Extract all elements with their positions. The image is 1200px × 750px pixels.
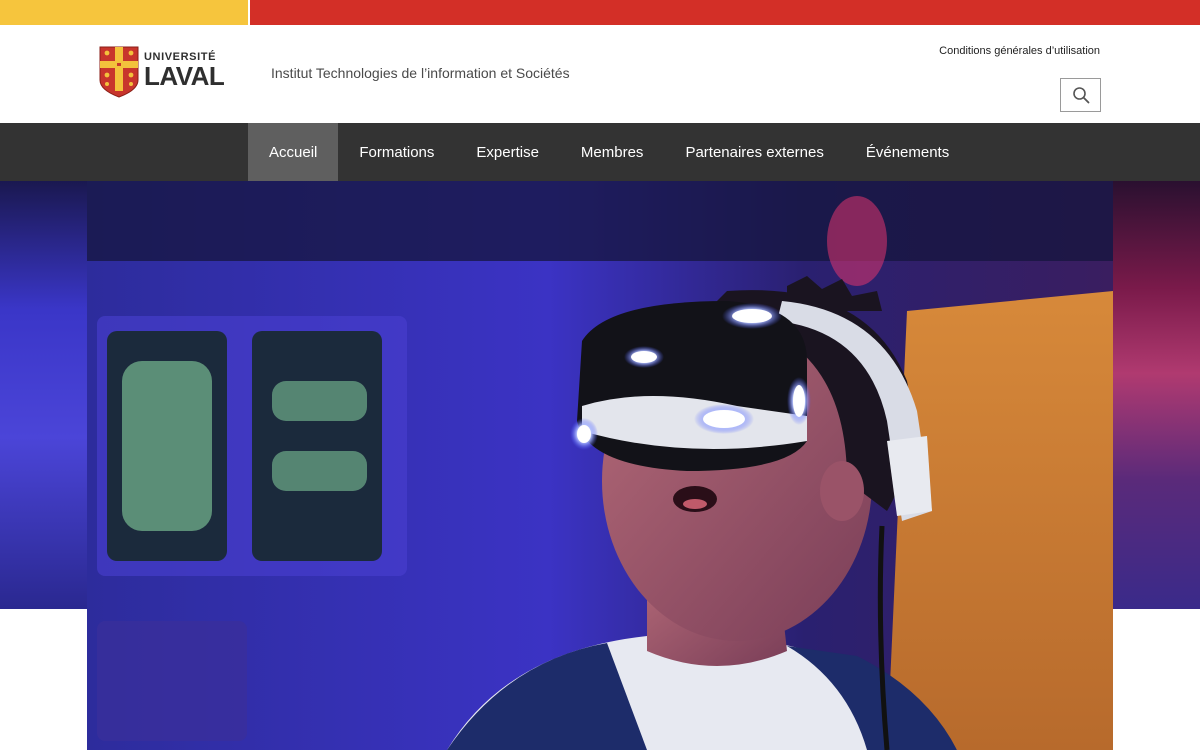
institute-name: Institut Technologies de l’information e… <box>271 65 570 81</box>
nav-item-membres[interactable]: Membres <box>560 123 665 181</box>
hero-right-blur <box>1112 181 1200 609</box>
nav-item-accueil[interactable]: Accueil <box>248 123 339 181</box>
top-bar-yellow <box>0 0 248 25</box>
hero-illustration <box>87 181 1113 750</box>
main-nav: Accueil Formations Expertise Membres Par… <box>0 123 1200 181</box>
university-logo[interactable]: UNIVERSITÉ LAVAL <box>99 46 225 98</box>
search-button[interactable] <box>1060 78 1101 112</box>
nav-list: Accueil Formations Expertise Membres Par… <box>248 123 970 181</box>
hero-image-vr-headset <box>87 181 1113 750</box>
crest-icon <box>99 46 139 98</box>
search-icon <box>1072 87 1089 104</box>
top-color-bar <box>0 0 1200 25</box>
nav-item-evenements[interactable]: Événements <box>845 123 970 181</box>
top-bar-red <box>250 0 1200 25</box>
hero-left-blur <box>0 181 88 609</box>
logo-wordmark: UNIVERSITÉ LAVAL <box>144 51 225 91</box>
terms-link[interactable]: Conditions générales d’utilisation <box>939 45 1100 57</box>
logo-line2: LAVAL <box>144 61 225 91</box>
nav-item-expertise[interactable]: Expertise <box>455 123 560 181</box>
nav-item-partenaires-externes[interactable]: Partenaires externes <box>664 123 844 181</box>
nav-item-formations[interactable]: Formations <box>338 123 455 181</box>
